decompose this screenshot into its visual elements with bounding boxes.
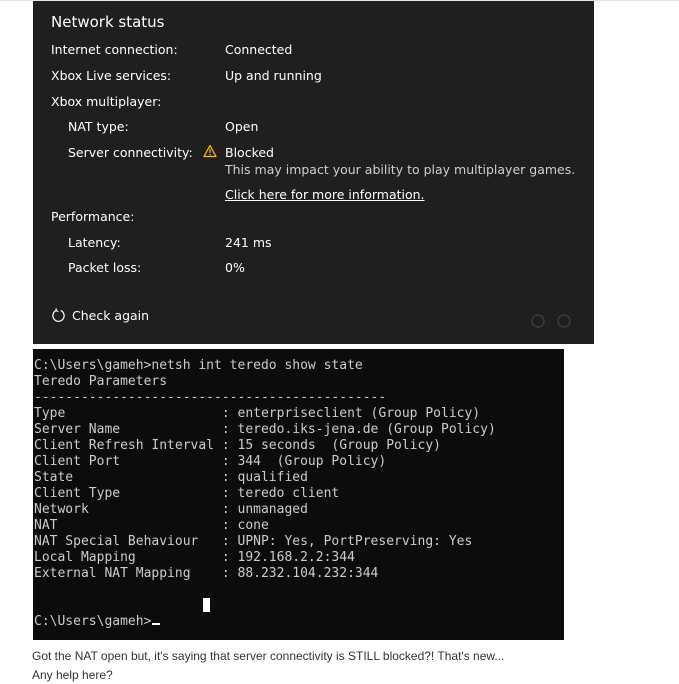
check-again-button[interactable]: Check again <box>51 306 149 324</box>
terminal-row-value: : qualified <box>221 470 308 485</box>
terminal-row: NAT Special Behaviour : UPNP: Yes, PortP… <box>34 534 472 550</box>
nat-type-value: Open <box>225 119 259 134</box>
terminal-row-value: : 15 seconds (Group Policy) <box>221 438 441 453</box>
terminal-row: Client Refresh Interval : 15 seconds (Gr… <box>34 438 441 454</box>
terminal-row-key: Client Port <box>34 454 215 469</box>
terminal-heading: Teredo Parameters <box>34 374 168 389</box>
terminal-row-value: : 88.232.104.232:344 <box>221 566 379 581</box>
performance-label: Performance: <box>51 209 135 224</box>
terminal-row: Server Name : teredo.iks-jena.de (Group … <box>34 422 496 438</box>
terminal-row-value: : teredo client <box>221 486 340 501</box>
blinking-cursor <box>152 623 161 625</box>
terminal-row-key: State <box>34 470 215 485</box>
terminal-row-value: : 344 (Group Policy) <box>221 454 387 469</box>
server-connectivity-note: This may impact your ability to play mul… <box>225 162 576 177</box>
command-prompt-window: C:\Users\gameh>netsh int teredo show sta… <box>33 349 564 640</box>
terminal-row-key: External NAT Mapping <box>34 566 215 581</box>
xbox-multiplayer-label: Xbox multiplayer: <box>51 94 162 109</box>
terminal-row: Client Port : 344 (Group Policy) <box>34 454 386 470</box>
terminal-row-value: : teredo.iks-jena.de (Group Policy) <box>221 422 496 437</box>
terminal-row-key: Network <box>34 502 215 517</box>
terminal-row-key: Local Mapping <box>34 550 215 565</box>
post-body: Got the NAT open but, it's saying that s… <box>32 647 592 684</box>
terminal-row-key: NAT <box>34 518 215 533</box>
warning-icon <box>203 144 217 158</box>
terminal-row: State : qualified <box>34 470 308 486</box>
terminal-row-key: Type <box>34 406 215 421</box>
latency-label: Latency: <box>68 235 121 250</box>
terminal-row: Type : enterpriseclient (Group Policy) <box>34 406 480 422</box>
terminal-prompt: C:\Users\gameh> <box>34 614 152 629</box>
server-connectivity-value: Blocked <box>225 145 274 160</box>
xbox-live-services-value: Up and running <box>225 68 322 83</box>
terminal-row: External NAT Mapping : 88.232.104.232:34… <box>34 566 378 582</box>
post-text-line: Got the NAT open but, it's saying that s… <box>32 649 505 663</box>
terminal-row: Local Mapping : 192.168.2.2:344 <box>34 550 355 566</box>
server-connectivity-label: Server connectivity: <box>68 145 193 160</box>
network-status-title: Network status <box>51 13 165 31</box>
more-information-link[interactable]: Click here for more information. <box>225 187 425 202</box>
post-text-line: Any help here? <box>32 668 113 682</box>
latency-value: 241 ms <box>225 235 272 250</box>
internet-connection-label: Internet connection: <box>51 42 178 57</box>
terminal-row: Client Type : teredo client <box>34 486 339 502</box>
terminal-row-value: : enterpriseclient (Group Policy) <box>221 406 481 421</box>
nat-type-label: NAT type: <box>68 119 129 134</box>
check-again-label: Check again <box>72 307 150 323</box>
terminal-row-value: : unmanaged <box>221 502 308 517</box>
terminal-row-key: NAT Special Behaviour <box>34 534 215 549</box>
network-status-panel: Network status Internet connection: Conn… <box>33 1 594 344</box>
terminal-prompt-line[interactable]: C:\Users\gameh> <box>34 614 161 630</box>
packet-loss-value: 0% <box>225 260 245 275</box>
terminal-separator: ----------------------------------------… <box>34 390 387 405</box>
packet-loss-label: Packet loss: <box>68 260 142 275</box>
terminal-row-value: : cone <box>221 518 269 533</box>
terminal-row-key: Client Refresh Interval <box>34 438 215 453</box>
terminal-row-key: Server Name <box>34 422 215 437</box>
refresh-icon <box>52 307 65 322</box>
terminal-row-value: : UPNP: Yes, PortPreserving: Yes <box>221 534 473 549</box>
terminal-command-line: C:\Users\gameh>netsh int teredo show sta… <box>34 358 363 373</box>
controller-hint-icons <box>531 314 571 328</box>
internet-connection-value: Connected <box>225 42 293 57</box>
mouse-text-cursor <box>203 598 210 612</box>
terminal-row-key: Client Type <box>34 486 215 501</box>
terminal-row-value: : 192.168.2.2:344 <box>221 550 355 565</box>
terminal-row: NAT : cone <box>34 518 269 534</box>
terminal-row: Network : unmanaged <box>34 502 308 518</box>
xbox-live-services-label: Xbox Live services: <box>51 68 172 83</box>
